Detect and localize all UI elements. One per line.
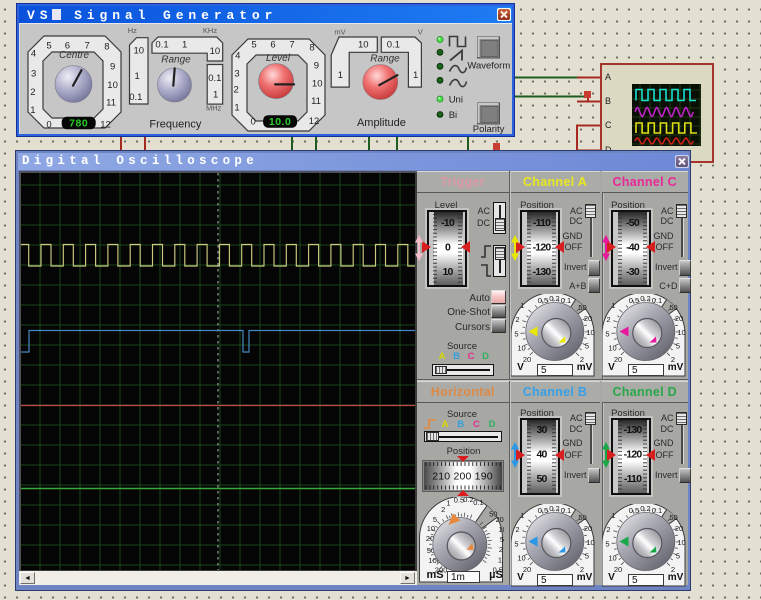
svg-text:10: 10 bbox=[498, 525, 504, 534]
svg-text:Range: Range bbox=[161, 54, 191, 65]
svg-text:V: V bbox=[418, 28, 423, 37]
svg-text:10: 10 bbox=[210, 46, 221, 57]
svg-text:3: 3 bbox=[31, 69, 36, 80]
svg-text:50: 50 bbox=[669, 303, 677, 312]
svg-text:5: 5 bbox=[433, 515, 437, 524]
svg-text:0.2: 0.2 bbox=[463, 497, 473, 504]
svg-text:Bi: Bi bbox=[449, 110, 457, 121]
svg-text:4: 4 bbox=[31, 49, 36, 60]
svg-text:0.1: 0.1 bbox=[208, 73, 221, 84]
svg-text:1: 1 bbox=[446, 499, 450, 508]
svg-text:4: 4 bbox=[235, 51, 240, 62]
svg-text:10: 10 bbox=[586, 538, 594, 547]
svg-text:1: 1 bbox=[611, 511, 615, 520]
svg-text:12: 12 bbox=[100, 119, 111, 130]
svg-text:50: 50 bbox=[669, 513, 677, 522]
svg-text:5: 5 bbox=[514, 539, 518, 548]
svg-text:10: 10 bbox=[107, 80, 118, 91]
svg-text:KHz: KHz bbox=[203, 26, 217, 35]
svg-text:8: 8 bbox=[104, 42, 109, 53]
svg-text:10: 10 bbox=[134, 45, 145, 56]
svg-text:Polarity: Polarity bbox=[473, 124, 505, 134]
svg-text:0: 0 bbox=[250, 117, 255, 128]
svg-text:10: 10 bbox=[517, 553, 525, 562]
svg-text:Amplitude: Amplitude bbox=[357, 117, 406, 129]
svg-text:12: 12 bbox=[309, 116, 320, 127]
svg-text:1: 1 bbox=[182, 40, 187, 51]
svg-text:0.1: 0.1 bbox=[473, 498, 483, 507]
svg-text:10: 10 bbox=[427, 524, 435, 533]
svg-text:10: 10 bbox=[586, 328, 594, 337]
svg-text:0.1: 0.1 bbox=[155, 40, 168, 51]
svg-text:1: 1 bbox=[520, 301, 524, 310]
svg-text:3: 3 bbox=[234, 69, 239, 80]
svg-text:5: 5 bbox=[500, 535, 504, 544]
svg-text:2: 2 bbox=[30, 87, 35, 98]
svg-text:5: 5 bbox=[676, 551, 680, 560]
svg-text:1: 1 bbox=[213, 90, 218, 101]
svg-text:1: 1 bbox=[611, 301, 615, 310]
svg-text:10: 10 bbox=[608, 553, 616, 562]
svg-text:2: 2 bbox=[515, 315, 519, 324]
svg-text:1: 1 bbox=[135, 71, 140, 82]
svg-text:5: 5 bbox=[251, 39, 256, 50]
svg-text:10: 10 bbox=[677, 328, 685, 337]
svg-text:5: 5 bbox=[605, 539, 609, 548]
svg-text:Level: Level bbox=[266, 53, 291, 64]
svg-text:mV: mV bbox=[334, 28, 345, 37]
svg-text:1: 1 bbox=[234, 103, 239, 114]
svg-text:10.0: 10.0 bbox=[269, 116, 291, 128]
svg-text:2: 2 bbox=[234, 85, 239, 96]
svg-text:5: 5 bbox=[676, 341, 680, 350]
svg-text:0: 0 bbox=[46, 119, 51, 130]
svg-text:9: 9 bbox=[314, 61, 319, 72]
svg-text:50: 50 bbox=[578, 513, 586, 522]
svg-text:2: 2 bbox=[441, 505, 445, 514]
svg-text:2: 2 bbox=[606, 525, 610, 534]
svg-text:MHz: MHz bbox=[206, 103, 222, 112]
svg-text:0.1: 0.1 bbox=[387, 39, 400, 50]
svg-text:10: 10 bbox=[312, 79, 323, 90]
svg-text:Frequency: Frequency bbox=[149, 118, 201, 130]
svg-text:Hz: Hz bbox=[128, 26, 137, 35]
svg-text:11: 11 bbox=[106, 97, 116, 108]
svg-text:Uni: Uni bbox=[449, 95, 463, 106]
svg-text:Centre: Centre bbox=[59, 50, 89, 61]
svg-text:10: 10 bbox=[677, 538, 685, 547]
svg-text:1: 1 bbox=[498, 555, 502, 564]
svg-text:10: 10 bbox=[517, 343, 525, 352]
svg-text:Range: Range bbox=[370, 53, 400, 64]
svg-text:1: 1 bbox=[30, 105, 35, 116]
svg-text:10: 10 bbox=[608, 343, 616, 352]
svg-text:20: 20 bbox=[496, 515, 504, 524]
svg-text:5: 5 bbox=[585, 341, 589, 350]
svg-text:7: 7 bbox=[289, 39, 294, 50]
svg-text:2: 2 bbox=[499, 545, 503, 554]
svg-text:Waveform: Waveform bbox=[467, 61, 510, 72]
svg-text:5: 5 bbox=[46, 40, 51, 51]
svg-text:5: 5 bbox=[605, 329, 609, 338]
svg-text:50: 50 bbox=[578, 303, 586, 312]
svg-text:11: 11 bbox=[311, 96, 321, 107]
svg-text:1: 1 bbox=[520, 511, 524, 520]
svg-text:8: 8 bbox=[309, 43, 314, 54]
svg-text:6: 6 bbox=[270, 39, 275, 50]
svg-text:2: 2 bbox=[515, 525, 519, 534]
svg-text:1: 1 bbox=[413, 70, 418, 81]
svg-text:9: 9 bbox=[110, 62, 115, 73]
svg-text:10: 10 bbox=[358, 39, 369, 50]
svg-text:5: 5 bbox=[514, 329, 518, 338]
svg-text:10: 10 bbox=[442, 266, 453, 278]
svg-text:1: 1 bbox=[338, 70, 343, 81]
svg-text:780: 780 bbox=[69, 118, 88, 130]
svg-text:2: 2 bbox=[606, 315, 610, 324]
svg-text:0.1: 0.1 bbox=[129, 92, 142, 103]
svg-text:5: 5 bbox=[585, 551, 589, 560]
